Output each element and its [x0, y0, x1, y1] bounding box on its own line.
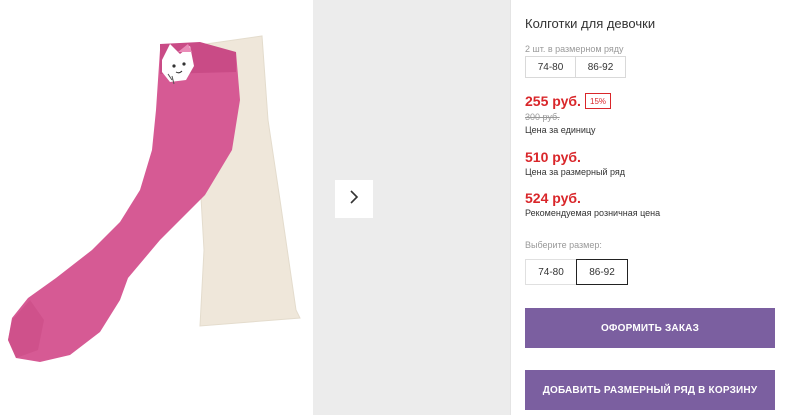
series-size-chip: 86-92: [575, 56, 626, 78]
product-title: Колготки для девочки: [525, 16, 656, 31]
size-picker: 74-80 86-92: [525, 259, 628, 285]
add-series-to-cart-button[interactable]: ДОБАВИТЬ РАЗМЕРНЫЙ РЯД В КОРЗИНУ: [525, 370, 775, 410]
size-option-86-92[interactable]: 86-92: [576, 259, 628, 285]
series-price-caption: Цена за размерный ряд: [525, 167, 626, 177]
series-size-chip: 74-80: [525, 56, 576, 78]
series-price: 510 руб.: [525, 149, 581, 165]
unit-price: 255 руб.: [525, 93, 581, 109]
unit-price-caption: Цена за единицу: [525, 125, 596, 135]
discount-badge: 15%: [585, 93, 612, 109]
order-button[interactable]: ОФОРМИТЬ ЗАКАЗ: [525, 308, 775, 348]
chevron-right-icon: [348, 189, 360, 210]
tights-illustration: [8, 35, 301, 362]
product-photo: [0, 0, 313, 415]
retail-price: 524 руб.: [525, 190, 581, 206]
retail-price-caption: Рекомендуемая розничная цена: [525, 208, 661, 218]
series-size-label: 2 шт. в размерном ряду: [525, 44, 624, 54]
size-option-74-80[interactable]: 74-80: [525, 259, 577, 285]
old-price: 300 руб.: [525, 112, 560, 122]
gallery-next-button[interactable]: [335, 180, 373, 218]
panel-divider: [510, 0, 511, 415]
choose-size-label: Выберите размер:: [525, 240, 602, 250]
series-size-list: 74-80 86-92: [525, 56, 626, 78]
